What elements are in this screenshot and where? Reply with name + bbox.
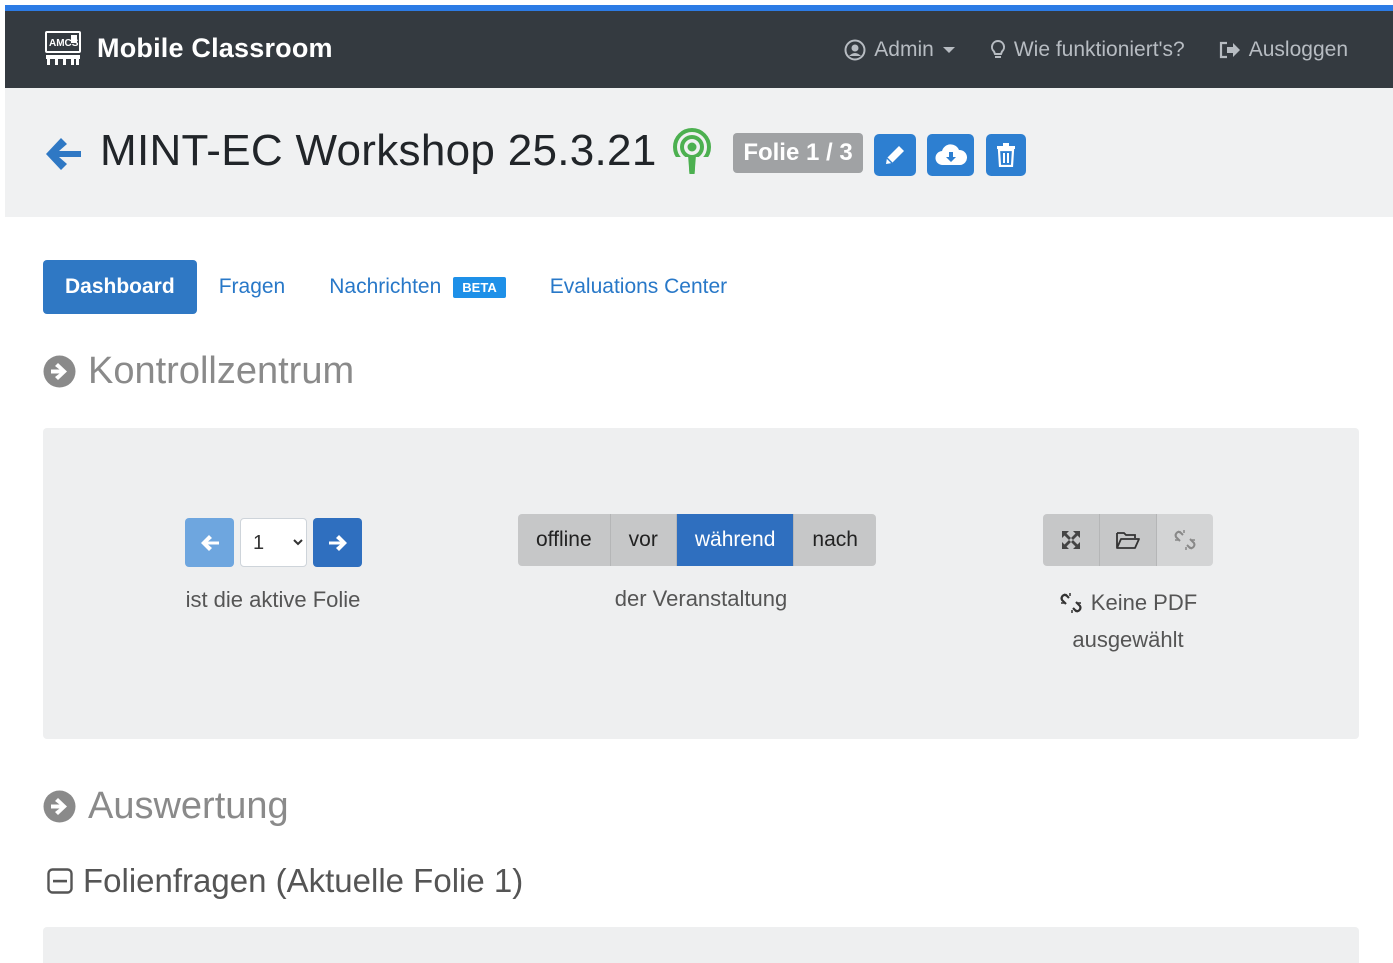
cloud-download-icon <box>935 144 967 166</box>
admin-menu[interactable]: Admin <box>844 38 956 62</box>
slide-badge: Folie 1 / 3 <box>733 133 863 173</box>
pdf-status-line-2: ausgewählt <box>1072 627 1184 652</box>
logout-label: Ausloggen <box>1248 38 1348 61</box>
section-folienfragen-label: Folienfragen (Aktuelle Folie 1) <box>83 862 524 899</box>
podcast-live-icon <box>673 128 711 174</box>
previous-slide-button[interactable] <box>185 518 234 567</box>
tab-fragen[interactable]: Fragen <box>197 260 308 314</box>
arrow-circle-right-icon <box>43 355 76 388</box>
section-kontrollzentrum-label: Kontrollzentrum <box>88 350 355 392</box>
active-slide-select[interactable]: 1 2 3 <box>240 518 307 567</box>
help-link[interactable]: Wie funktioniert's? <box>990 38 1185 62</box>
brand[interactable]: AMCS Mobile Classroom <box>43 29 333 67</box>
arrow-right-icon <box>328 534 347 551</box>
pdf-status-line-1: Keine PDF <box>1048 584 1208 621</box>
tab-dashboard[interactable]: Dashboard <box>43 260 197 314</box>
section-folienfragen[interactable]: Folienfragen (Aktuelle Folie 1) <box>47 862 523 900</box>
slide-questions-panel <box>43 927 1359 963</box>
section-kontrollzentrum: Kontrollzentrum <box>43 350 354 393</box>
phase-waehrend-button[interactable]: während <box>676 514 795 566</box>
minus-square-icon <box>47 868 73 894</box>
page-title: MINT-EC Workshop 25.3.21 <box>100 126 657 175</box>
section-auswertung-label: Auswertung <box>88 785 289 827</box>
pencil-icon <box>886 146 904 164</box>
open-pdf-button[interactable] <box>1100 514 1157 566</box>
trash-icon <box>997 143 1015 167</box>
pdf-status: Keine PDF ausgewählt <box>1048 584 1208 658</box>
page-header: MINT-EC Workshop 25.3.21 Folie 1 / 3 <box>5 88 1393 217</box>
pdf-button-group <box>1043 514 1213 566</box>
back-arrow-icon[interactable] <box>43 136 83 172</box>
logout-link[interactable]: Ausloggen <box>1219 38 1348 62</box>
classroom-logo-icon: AMCS <box>45 31 81 65</box>
pdf-status-text: Keine PDF <box>1090 590 1198 615</box>
arrow-left-icon <box>200 534 219 551</box>
slide-navigator: 1 2 3 <box>185 518 362 567</box>
help-label: Wie funktioniert's? <box>1013 38 1185 61</box>
next-slide-button[interactable] <box>313 518 362 567</box>
tab-bar: Dashboard Fragen Nachrichten BETA Evalua… <box>43 260 749 314</box>
caret-down-icon <box>942 47 955 53</box>
tab-nachrichten-label: Nachrichten <box>329 275 442 298</box>
admin-label: Admin <box>874 38 934 61</box>
beta-badge: BETA <box>453 276 506 298</box>
download-button[interactable] <box>927 134 974 176</box>
unlink-status-icon <box>1060 592 1082 613</box>
phase-button-group: offline vor während nach <box>518 514 876 566</box>
tab-evaluations-center[interactable]: Evaluations Center <box>528 260 749 314</box>
unlink-icon <box>1174 530 1196 550</box>
tab-nachrichten[interactable]: Nachrichten BETA <box>307 260 528 314</box>
expand-icon <box>1062 531 1080 549</box>
folder-open-icon <box>1116 532 1140 549</box>
active-slide-caption: ist die aktive Folie <box>185 587 361 612</box>
phase-caption: der Veranstaltung <box>614 586 788 611</box>
delete-button[interactable] <box>986 134 1026 176</box>
phase-offline-button[interactable]: offline <box>518 514 611 566</box>
control-panel: 1 2 3 ist die aktive Folie offline vor w… <box>43 428 1359 739</box>
navbar: AMCS Mobile Classroom Admin Wie funktion… <box>5 11 1393 88</box>
arrow-circle-right-icon <box>43 790 76 823</box>
phase-vor-button[interactable]: vor <box>610 514 677 566</box>
sign-out-icon <box>1219 41 1240 59</box>
lightbulb-icon <box>990 39 1005 58</box>
phase-nach-button[interactable]: nach <box>794 514 876 566</box>
fullscreen-button[interactable] <box>1043 514 1100 566</box>
brand-name: Mobile Classroom <box>97 32 333 63</box>
section-auswertung: Auswertung <box>43 785 289 828</box>
edit-button[interactable] <box>874 134 916 176</box>
unlink-pdf-button[interactable] <box>1157 514 1213 566</box>
user-circle-icon <box>844 39 866 61</box>
